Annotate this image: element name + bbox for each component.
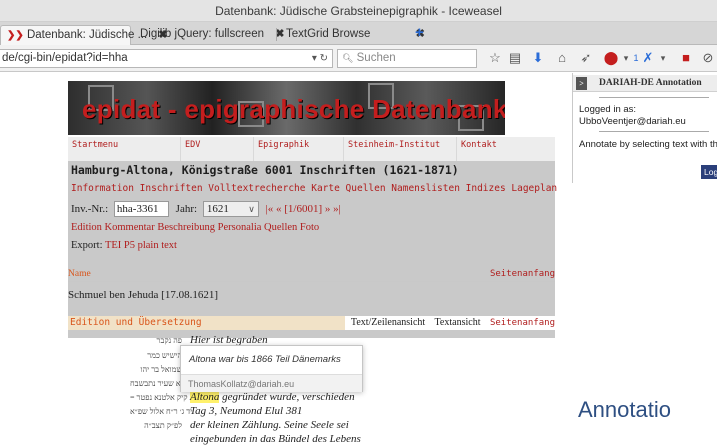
send-icon[interactable]: ➶	[578, 50, 594, 66]
adblock-icon[interactable]: ⬤	[603, 50, 619, 66]
inv-number-input[interactable]: hha-3361	[113, 201, 169, 217]
annotated-highlight[interactable]: Altona	[190, 391, 220, 403]
site-menu: Startmenu EDV Epigraphik Steinheim-Insti…	[68, 137, 555, 161]
tab-label: Datenbank: Jüdische ...	[26, 29, 148, 41]
divider	[599, 131, 709, 132]
hebrew-line: שמואל בר יהו	[140, 365, 182, 374]
url-bar[interactable]: de/cgi-bin/epidat?id=hha ▾ ↻	[0, 49, 333, 68]
edition-label: Edition und Übersetzung	[70, 317, 202, 328]
menu-edv[interactable]: EDV	[181, 137, 253, 161]
tab-bar: ❯❯ Datenbank: Jüdische ... ✖ Digilib jQu…	[0, 22, 717, 45]
year-select[interactable]: 1621 ∨	[202, 201, 259, 217]
annotation-text: Altona war bis 1866 Teil Dänemarks	[189, 354, 341, 365]
search-icon: 🔍︎	[342, 53, 354, 63]
inventory-row: Inv.-Nr.: hha-3361 Jahr: 1621 ∨ |« « [1/…	[71, 201, 341, 217]
hebrew-line: פה נקבר	[156, 336, 182, 345]
site-title: epidat - epigraphische Datenbank	[82, 94, 505, 124]
name-section-label: Name	[68, 269, 91, 279]
menu-kontakt[interactable]: Kontakt	[457, 137, 555, 161]
annotation-panel-title: DARIAH-DE Annotation	[599, 78, 702, 88]
divider	[599, 97, 709, 98]
translate-icon[interactable]: ✗	[640, 50, 656, 66]
export-label: Export:	[71, 240, 103, 251]
annotation-sidebar: > DARIAH-DE Annotation Logged in as: Ubb…	[572, 73, 717, 183]
star-icon[interactable]: ☆	[487, 50, 503, 66]
navigation-bar: de/cgi-bin/epidat?id=hha ▾ ↻ 🔍︎ Suchen ☆…	[0, 45, 717, 72]
pager-links[interactable]: |« « [1/6001] » »|	[266, 203, 341, 215]
hebrew-line: לפ״ק תצב״ה	[144, 421, 182, 430]
epidat-banner: epidat - epigraphische Datenbank	[68, 81, 505, 135]
annotation-author: ThomasKollatz@dariah.eu	[181, 374, 362, 392]
seitenanfang-link[interactable]: Seitenanfang	[490, 269, 555, 279]
annotation-popup[interactable]: Altona war bis 1866 Teil Dänemarks Thoma…	[180, 345, 363, 392]
record-header: Hamburg-Altona, Königstraße 6001 Inschri…	[68, 161, 557, 338]
menu-startmenu[interactable]: Startmenu	[68, 137, 180, 161]
hebrew-line: יד ג׳ ר״ח אלול שפ״א	[130, 407, 193, 416]
tab-label: Digilib jQuery: fullscreen	[140, 28, 264, 40]
tab-divider	[276, 28, 277, 41]
logout-button[interactable]: Log	[701, 165, 717, 179]
annotation-hint: Annotate by selecting text with the m	[579, 139, 717, 150]
edition-header: Edition und Übersetzung Text/Zeilenansic…	[68, 316, 555, 330]
annotation-addon-icon[interactable]: ■	[678, 50, 694, 66]
dropdown-icon[interactable]: ▾	[655, 50, 671, 66]
year-value: 1621	[206, 203, 229, 215]
record-subnav[interactable]: Edition Kommentar Beschreibung Personali…	[71, 222, 319, 233]
tab-digilib[interactable]: Digilib jQuery: fullscreen ✖	[134, 25, 290, 45]
download-icon[interactable]: ⬇	[530, 50, 546, 66]
location-heading: Hamburg-Altona, Königstraße 6001 Inschri…	[71, 163, 459, 177]
annotation-sidebar-header: > DARIAH-DE Annotation	[573, 75, 717, 92]
logged-in-user: UbboVeentjer@dariah.eu	[579, 116, 686, 127]
export-row: Export: TEI P5 plain text	[71, 240, 177, 251]
page-content: epidat - epigraphische Datenbank Startme…	[0, 73, 717, 446]
tab-epidat[interactable]: ❯❯ Datenbank: Jüdische ... ✖	[0, 25, 168, 45]
overlay-caption: Annotatio	[578, 397, 671, 422]
translation-line: Tag 3, Neumond Elul 381	[190, 405, 303, 417]
home-icon[interactable]: ⌂	[554, 50, 570, 66]
hebrew-line: הישיש כמר	[147, 351, 182, 360]
url-text: de/cgi-bin/epidat?id=hha	[2, 52, 128, 64]
menu-steinheim[interactable]: Steinheim-Institut	[344, 137, 456, 161]
hebrew-line: דא שעיר נתבשבח	[130, 379, 185, 388]
translation-line: der kleinen Zählung. Seine Seele sei	[190, 419, 349, 431]
view-switcher: Text/Zeilenansicht Textansicht Seitenanf…	[344, 316, 555, 330]
person-name: Schmuel ben Jehuda [17.08.1621]	[68, 289, 218, 301]
reload-icon[interactable]: ▾ ↻	[312, 50, 328, 67]
seitenanfang-link[interactable]: Seitenanfang	[490, 318, 555, 328]
view-line-link[interactable]: Text/Zeilenansicht	[351, 317, 425, 328]
tab-label: TextGrid Browse	[286, 28, 371, 40]
epidat-favicon-icon: ❯❯	[7, 30, 24, 41]
logged-in-label: Logged in as:	[579, 104, 637, 115]
section-links[interactable]: Information Inschriften Volltextrecherch…	[71, 183, 557, 194]
search-placeholder: Suchen	[356, 52, 396, 64]
tab-textgrid[interactable]: TextGrid Browse ✖	[280, 25, 431, 45]
reading-list-icon[interactable]: ▤	[507, 50, 523, 66]
hebrew-line: = קיק אלטנא נפטר	[130, 393, 188, 402]
translation-line: eingebunden in das Bündel des Lebens	[190, 433, 361, 445]
view-text-link[interactable]: Textansicht	[435, 317, 481, 328]
translation-text: gegründet wurde, verschieden	[222, 391, 355, 403]
menu-epigraphik[interactable]: Epigraphik	[254, 137, 343, 161]
name-section-header: Name Seitenanfang	[68, 269, 555, 279]
export-links[interactable]: TEI P5 plain text	[105, 240, 177, 251]
year-label: Jahr:	[175, 202, 198, 215]
inv-label: Inv.-Nr.:	[71, 202, 109, 215]
extension-icon[interactable]: ⊘	[700, 50, 716, 66]
chevron-down-icon: ∨	[248, 204, 255, 214]
search-input[interactable]: 🔍︎ Suchen	[337, 49, 477, 68]
sidebar-toggle-icon[interactable]: >	[576, 77, 587, 90]
divider	[68, 281, 555, 282]
translation-line: Altona gegründet wurde, verschieden	[190, 391, 355, 403]
window-title: Datenbank: Jüdische Grabsteinepigraphik …	[0, 0, 717, 22]
new-tab-icon[interactable]: +	[415, 24, 424, 41]
